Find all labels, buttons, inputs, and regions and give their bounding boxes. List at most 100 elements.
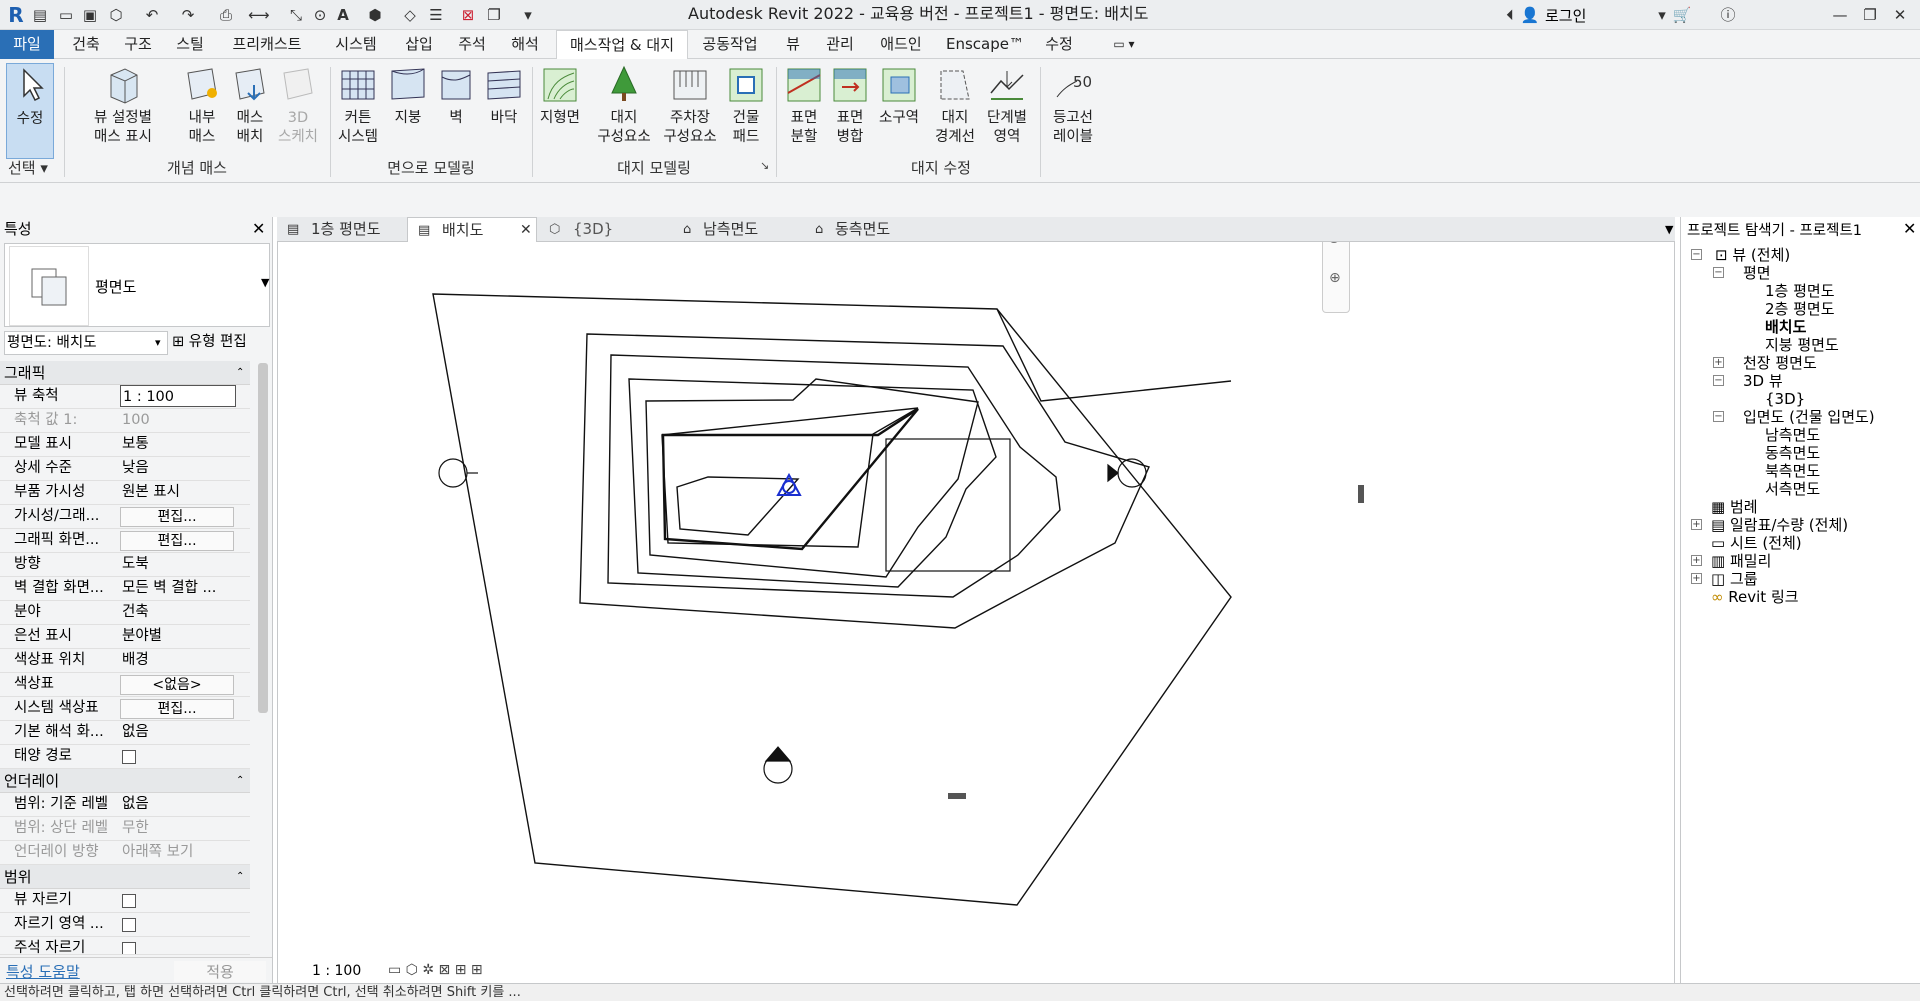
site-component-button[interactable]: 대지 구성요소: [592, 63, 656, 159]
tab-enscape[interactable]: Enscape™: [940, 30, 1030, 59]
browser-item-legends[interactable]: ▦ 범례: [1711, 497, 1758, 517]
tab-modify[interactable]: 수정: [1036, 30, 1082, 59]
collapse-icon[interactable]: −: [1713, 267, 1724, 278]
tab-steel[interactable]: 스틸: [166, 30, 214, 59]
browser-item-sheets[interactable]: ▭ 시트 (전체): [1711, 533, 1802, 553]
tab-manage[interactable]: 관리: [818, 30, 862, 59]
close-browser-icon[interactable]: ✕: [1903, 219, 1916, 238]
property-line-button[interactable]: 대지 경계선: [930, 63, 980, 159]
view-scale-label[interactable]: 1 : 100: [312, 963, 361, 979]
color-scheme-button[interactable]: <없음>: [120, 675, 234, 695]
detail-level-icon[interactable]: ▭ ⬡ ✲ ⊠ ⊞ ⊞: [388, 962, 483, 978]
browser-item-schedules[interactable]: ▤ 일람표/수량 (전체): [1711, 515, 1848, 535]
close-hidden-icon[interactable]: ⊠: [458, 5, 478, 25]
roof-by-face-button[interactable]: 지붕: [386, 63, 430, 159]
apply-button[interactable]: 적용: [174, 961, 266, 982]
undo-icon[interactable]: ↶: [142, 5, 162, 25]
section-extents[interactable]: 범위 ⌃: [0, 865, 250, 889]
inplace-mass-button[interactable]: 내부 매스: [180, 63, 224, 159]
open-icon[interactable]: ▭: [56, 5, 76, 25]
browser-item-site[interactable]: 배치도: [1765, 317, 1806, 337]
prop-row[interactable]: 방향 도북: [0, 553, 250, 577]
tabs-dropdown-icon[interactable]: ▼: [1665, 223, 1673, 236]
tab-view[interactable]: 뷰: [772, 30, 814, 59]
browser-item-floorplans[interactable]: 평면: [1743, 263, 1771, 283]
switch-windows-icon[interactable]: ❐: [484, 5, 504, 25]
view-scale-input[interactable]: 1 : 100: [120, 385, 236, 407]
close-icon[interactable]: ✕: [1890, 5, 1910, 25]
properties-scrollbar[interactable]: [258, 363, 268, 713]
expand-icon[interactable]: +: [1691, 555, 1702, 566]
restore-icon[interactable]: ❐: [1860, 5, 1880, 25]
thin-lines-icon[interactable]: ☰: [426, 5, 446, 25]
tab-systems[interactable]: 시스템: [326, 30, 386, 59]
user-icon[interactable]: 👤: [1520, 5, 1540, 25]
crop-view-checkbox[interactable]: [122, 894, 136, 908]
building-pad-button[interactable]: 건물 패드: [724, 63, 768, 159]
browser-item-ceiling-plans[interactable]: 천장 평면도: [1743, 353, 1817, 373]
tab-massing-site[interactable]: 매스작업 & 대지: [556, 30, 688, 60]
prop-row[interactable]: 기본 해석 화... 없음: [0, 721, 250, 745]
properties-help-link[interactable]: 특성 도움말: [6, 961, 80, 982]
browser-item-3d-views[interactable]: 3D 뷰: [1743, 371, 1783, 391]
prop-row[interactable]: 색상표 위치 배경: [0, 649, 250, 673]
tab-site-plan[interactable]: ▤ 배치도 ✕: [407, 217, 537, 242]
horizontal-scroll-thumb[interactable]: [948, 793, 966, 799]
drawing-area[interactable]: ◎ ⊕: [277, 217, 1675, 983]
prop-row[interactable]: 은선 표시 분야별: [0, 625, 250, 649]
browser-item-views[interactable]: ⊡ 뷰 (전체): [1715, 245, 1790, 265]
modify-button[interactable]: 수정: [6, 63, 54, 159]
prop-row[interactable]: 모델 표시 보통: [0, 433, 250, 457]
curtain-system-button[interactable]: 커튼 시스템: [336, 63, 380, 159]
tab-file[interactable]: 파일: [0, 30, 54, 59]
browser-item-groups[interactable]: ◫ 그룹: [1711, 569, 1758, 589]
browser-item-level2[interactable]: 2층 평면도: [1765, 299, 1835, 319]
print-icon[interactable]: ⎙: [216, 5, 236, 25]
tab-structure[interactable]: 구조: [114, 30, 162, 59]
site-settings-launcher-icon[interactable]: ↘: [760, 159, 769, 172]
home-icon[interactable]: ▤: [30, 5, 50, 25]
save-icon[interactable]: ▣: [80, 5, 100, 25]
sun-path-checkbox[interactable]: [122, 750, 136, 764]
expand-icon[interactable]: +: [1691, 519, 1702, 530]
edit-button[interactable]: 편집...: [120, 507, 234, 527]
login-button[interactable]: 로그인: [1545, 5, 1586, 26]
tab-addins[interactable]: 애드인: [870, 30, 932, 59]
prop-row[interactable]: 부품 가시성 원본 표시: [0, 481, 250, 505]
close-tab-icon[interactable]: ✕: [520, 218, 532, 243]
browser-item-revit-links[interactable]: ∞ Revit 링크: [1711, 587, 1799, 607]
tab-south-elevation[interactable]: ⌂ 남측면도: [669, 217, 801, 242]
prop-row[interactable]: 분야 건축: [0, 601, 250, 625]
tab-level1-plan[interactable]: ▤ 1층 평면도: [277, 217, 405, 242]
graded-region-button[interactable]: 단계별 영역: [982, 63, 1032, 159]
prop-row[interactable]: 상세 수준 낮음: [0, 457, 250, 481]
zoom-icon[interactable]: ⊕: [1329, 270, 1341, 286]
sync-icon[interactable]: ⬡: [106, 5, 126, 25]
tab-annotate[interactable]: 주석: [448, 30, 496, 59]
parking-component-button[interactable]: 주차장 구성요소: [658, 63, 722, 159]
merge-surfaces-button[interactable]: 표면 병합: [828, 63, 872, 159]
browser-item-south[interactable]: 남측면도: [1765, 425, 1820, 445]
edit-type-button[interactable]: ⊞ 유형 편집: [172, 331, 270, 355]
prop-row[interactable]: 벽 결합 화면... 모든 벽 결합 ...: [0, 577, 250, 601]
text-icon[interactable]: A: [333, 5, 353, 25]
help-icon[interactable]: ⓘ: [1718, 5, 1738, 25]
dropdown-icon[interactable]: ▾: [1652, 5, 1672, 25]
type-selector[interactable]: 평면도 ▼: [4, 243, 270, 327]
browser-item-roof-plan[interactable]: 지붕 평면도: [1765, 335, 1839, 355]
browser-item-elevations[interactable]: 입면도 (건물 입면도): [1743, 407, 1875, 427]
toposurface-button[interactable]: 지형면: [538, 63, 582, 159]
vertical-scroll-thumb[interactable]: [1358, 485, 1364, 503]
site-plan-drawing[interactable]: [278, 217, 1676, 983]
place-mass-button[interactable]: 매스 배치: [228, 63, 272, 159]
browser-item-east[interactable]: 동측면도: [1765, 443, 1820, 463]
cart-icon[interactable]: 🛒: [1672, 5, 1692, 25]
measure-icon[interactable]: ⟷: [248, 5, 270, 25]
show-mass-button[interactable]: 뷰 설정별 매스 표시: [86, 63, 160, 159]
3d-view-icon[interactable]: ⬢: [365, 5, 385, 25]
wall-by-face-button[interactable]: 벽: [434, 63, 478, 159]
group-label-select[interactable]: 선택 ▾: [4, 157, 58, 179]
revit-logo-icon[interactable]: R: [6, 5, 26, 25]
expand-icon[interactable]: +: [1691, 573, 1702, 584]
browser-item-families[interactable]: ▥ 패밀리: [1711, 551, 1771, 571]
